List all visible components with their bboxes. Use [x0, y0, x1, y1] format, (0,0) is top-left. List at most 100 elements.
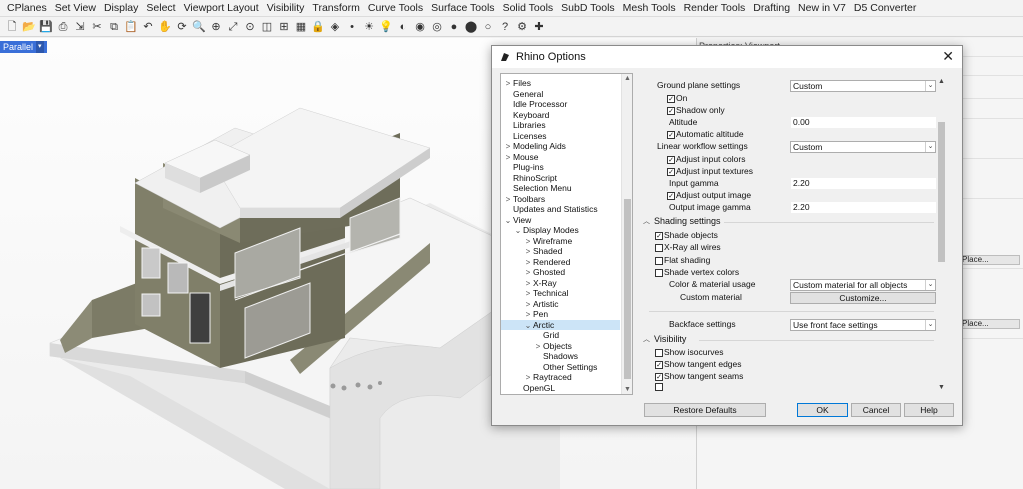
collapse-icon[interactable]: ︿ — [643, 216, 650, 227]
undo-icon[interactable]: ↶ — [140, 19, 156, 35]
tree-item-arctic[interactable]: ⌄ Arctic — [501, 319, 620, 330]
tree-item-updates-and-statistics[interactable]: Updates and Statistics — [501, 204, 598, 215]
show-tangent-seams-checkbox[interactable]: ✓ Show tangent seams — [655, 371, 743, 382]
options-icon[interactable]: ⚙ — [514, 19, 530, 35]
tree-item-pen[interactable]: > Pen — [501, 309, 548, 320]
color-material-select[interactable]: Custom material for all objects ⌄ — [790, 279, 936, 291]
plugin-icon[interactable]: ✚ — [531, 19, 547, 35]
menu-drafting[interactable]: Drafting — [749, 0, 794, 17]
backface-select[interactable]: Use front face settings ⌄ — [790, 319, 936, 331]
tree-item-artistic[interactable]: > Artistic — [501, 299, 559, 310]
tree-item-shaded[interactable]: > Shaded — [501, 246, 563, 257]
point-icon[interactable]: • — [344, 19, 360, 35]
place-button-2[interactable]: Place... — [959, 319, 1020, 329]
pan-icon[interactable]: ✋ — [157, 19, 173, 35]
shadow-only-checkbox[interactable]: ✓ Shadow only — [667, 105, 725, 116]
zoom-icon[interactable]: 🔍 — [191, 19, 207, 35]
show-tangent-edges-checkbox[interactable]: ✓ Show tangent edges — [655, 359, 742, 370]
tree-item-toolbars[interactable]: > Toolbars — [501, 194, 545, 205]
tree-item-view[interactable]: ⌄ View — [501, 215, 532, 226]
linear-workflow-select[interactable]: Custom ⌄ — [790, 141, 936, 153]
tree-item-licenses[interactable]: Licenses — [501, 131, 547, 142]
checkbox-box[interactable] — [655, 256, 663, 265]
zoom-window-icon[interactable]: ⊕ — [208, 19, 224, 35]
scroll-up-icon[interactable]: ▲ — [938, 78, 945, 85]
dialog-titlebar[interactable]: Rhino Options ✕ — [492, 46, 962, 68]
rendered-sphere-icon[interactable]: ⬤ — [463, 19, 479, 35]
menu-transform[interactable]: Transform — [308, 0, 363, 17]
tree-item-idle-processor[interactable]: Idle Processor — [501, 99, 567, 110]
tree-item-ghosted[interactable]: > Ghosted — [501, 267, 565, 278]
customize-button[interactable]: Customize... — [790, 292, 936, 304]
tree-item-display-modes[interactable]: ⌄ Display Modes — [501, 225, 579, 236]
menu-set-view[interactable]: Set View — [51, 0, 100, 17]
tree-item-general[interactable]: General — [501, 89, 543, 100]
shaded-sphere-icon[interactable]: ● — [446, 19, 462, 35]
partially-visible-checkbox[interactable] — [655, 383, 664, 391]
output-gamma-input[interactable]: 2.20 — [791, 202, 936, 213]
tree-item-modeling-aids[interactable]: > Modeling Aids — [501, 141, 566, 152]
viewport-title-tab[interactable]: Parallel ▾ — [0, 41, 47, 53]
shade-objects-checkbox[interactable]: ✓ Shade objects — [655, 230, 718, 241]
menu-visibility[interactable]: Visibility — [263, 0, 309, 17]
flat-shading-checkbox[interactable]: Flat shading — [655, 255, 710, 266]
copy-icon[interactable]: ⧉ — [106, 19, 122, 35]
automatic-altitude-checkbox[interactable]: ✓ Automatic altitude — [667, 129, 744, 140]
ghosted-sphere-icon[interactable]: ○ — [480, 19, 496, 35]
lock-icon[interactable]: 🔒 — [310, 19, 326, 35]
checkbox-box[interactable] — [655, 243, 663, 252]
wireframe-sphere-icon[interactable]: ◎ — [429, 19, 445, 35]
rotate-icon[interactable]: ⟳ — [174, 19, 190, 35]
menu-d5-converter[interactable]: D5 Converter — [850, 0, 920, 17]
tree-item-libraries[interactable]: Libraries — [501, 120, 546, 131]
settings-scroll-thumb[interactable] — [938, 122, 945, 262]
restore-defaults-button[interactable]: Restore Defaults — [644, 403, 766, 417]
tree-item-opengl[interactable]: OpenGL — [501, 383, 555, 394]
import-icon[interactable]: ⇲ — [72, 19, 88, 35]
tree-scrollbar[interactable]: ▲ ▼ — [621, 74, 632, 394]
menu-display[interactable]: Display — [100, 0, 142, 17]
open-icon[interactable]: 📂 — [21, 19, 37, 35]
help-icon[interactable]: ? — [497, 19, 513, 35]
place-button[interactable]: Place... — [959, 255, 1020, 265]
light-icon[interactable]: ☀ — [361, 19, 377, 35]
ok-button[interactable]: OK — [797, 403, 848, 417]
render-sphere-icon[interactable]: ◉ — [412, 19, 428, 35]
save-icon[interactable]: 💾 — [38, 19, 54, 35]
tree-item-technical[interactable]: > Technical — [501, 288, 569, 299]
settings-scrollbar[interactable]: ▲ ▼ — [936, 77, 947, 392]
checkbox-box[interactable]: ✓ — [667, 94, 675, 103]
checkbox-box[interactable]: ✓ — [667, 167, 675, 176]
menu-curve-tools[interactable]: Curve Tools — [364, 0, 427, 17]
checkbox-box[interactable] — [655, 348, 663, 357]
cancel-button[interactable]: Cancel — [851, 403, 901, 417]
tree-item-rhinoscript[interactable]: RhinoScript — [501, 173, 557, 184]
menu-solid-tools[interactable]: Solid Tools — [499, 0, 558, 17]
tree-item-shadows[interactable]: Shadows — [501, 351, 578, 362]
checkbox-box[interactable]: ✓ — [667, 130, 675, 139]
checkbox-box[interactable] — [655, 383, 663, 391]
menu-cplanes[interactable]: CPlanes — [4, 0, 51, 17]
help-button[interactable]: Help — [904, 403, 954, 417]
collapse-icon[interactable]: ︿ — [643, 334, 650, 345]
tree-item-mouse[interactable]: > Mouse — [501, 152, 539, 163]
checkbox-box[interactable]: ✓ — [667, 106, 675, 115]
lamp-icon[interactable]: 💡 — [378, 19, 394, 35]
close-icon[interactable]: ✕ — [942, 49, 954, 63]
checkbox-box[interactable] — [655, 268, 663, 277]
checkbox-box[interactable]: ✓ — [655, 231, 663, 240]
scroll-down-icon[interactable]: ▼ — [624, 386, 631, 393]
new-file-icon[interactable]: 🗋 — [4, 19, 20, 35]
tree-item-other-settings[interactable]: Other Settings — [501, 362, 597, 373]
shade-vertex-colors-checkbox[interactable]: Shade vertex colors — [655, 267, 739, 278]
adjust-output-image-checkbox[interactable]: ✓ Adjust output image — [667, 190, 751, 201]
adjust-input-textures-checkbox[interactable]: ✓ Adjust input textures — [667, 166, 753, 177]
tree-item-plug-ins[interactable]: Plug-ins — [501, 162, 544, 173]
tree-item-objects[interactable]: > Objects — [501, 341, 572, 352]
paste-icon[interactable]: 📋 — [123, 19, 139, 35]
zoom-selected-icon[interactable]: ⊙ — [242, 19, 258, 35]
menu-viewport-layout[interactable]: Viewport Layout — [180, 0, 263, 17]
adjust-input-colors-checkbox[interactable]: ✓ Adjust input colors — [667, 154, 745, 165]
checkbox-box[interactable]: ✓ — [655, 372, 663, 381]
on-checkbox[interactable]: ✓ On — [667, 93, 687, 104]
